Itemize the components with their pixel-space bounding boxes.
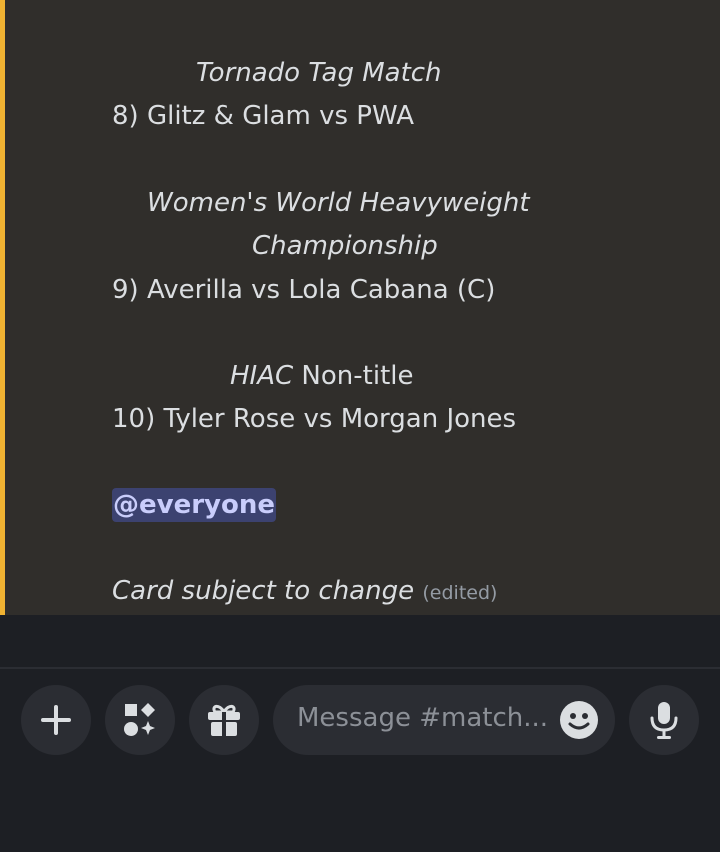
gift-icon [208,704,240,736]
microphone-icon [650,702,678,739]
everyone-mention-line: @everyone [112,488,276,522]
gift-button[interactable] [189,685,259,755]
match-title-tornado: Tornado Tag Match [196,58,442,88]
apps-button[interactable] [105,685,175,755]
hiac-label: HIAC [230,361,294,391]
apps-icon [124,703,155,736]
match-8: 8) Glitz & Glam vs PWA [112,101,415,131]
composer-divider [0,667,720,669]
voice-button[interactable] [629,685,699,755]
match-title-womens-1: Women's World Heavyweight [147,188,530,218]
match-title-womens-2: Championship [252,231,438,261]
plus-icon [41,705,71,735]
match-9: 9) Averilla vs Lola Cabana (C) [112,275,496,305]
message-input-placeholder: Message #match... [297,703,547,733]
highlight-bar [0,0,5,615]
match-title-hiac: HIAC Non-title [230,359,414,393]
card-note: Card subject to change (edited) [112,574,497,610]
everyone-mention[interactable]: @everyone [112,488,276,522]
edited-label: (edited) [422,582,498,604]
card-note-text: Card subject to change [112,576,415,606]
add-button[interactable] [21,685,91,755]
message-input[interactable]: Message #match... [273,685,615,755]
message-area: Tornado Tag Match 8) Glitz & Glam vs PWA… [0,0,720,615]
match-10: 10) Tyler Rose vs Morgan Jones [112,404,517,434]
non-title-label: Non-title [293,361,414,391]
emoji-icon[interactable] [559,700,599,740]
